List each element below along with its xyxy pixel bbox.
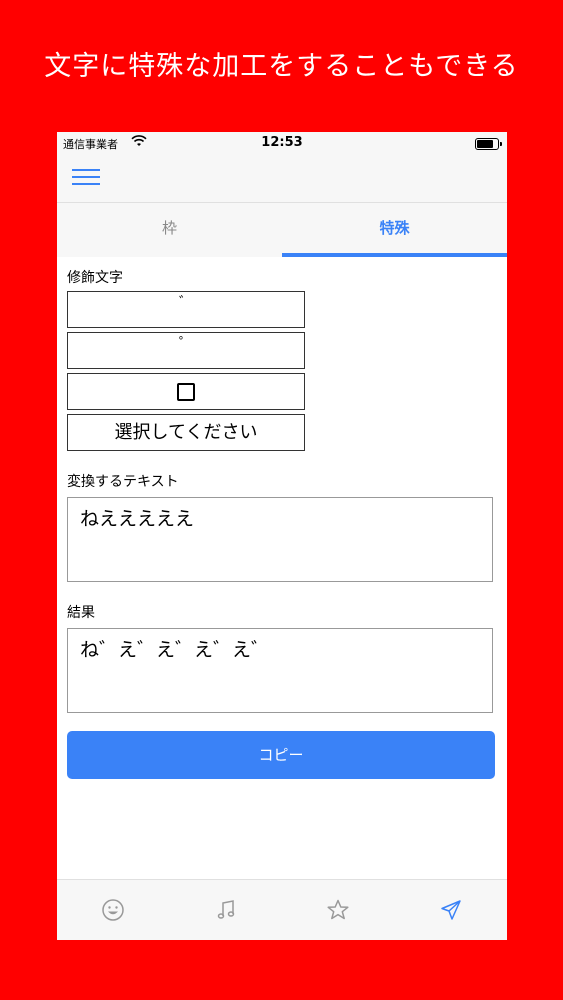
- tab-bar: [57, 879, 507, 940]
- nav-bar: [57, 154, 507, 203]
- promo-headline: 文字に特殊な加工をすることもできる: [44, 51, 519, 82]
- dakuten-option[interactable]: ゛: [67, 291, 305, 328]
- main-content: 修飾文字 ゛ ゜ 選択してください 変換するテキスト ねえええええ 結果 ね゛え…: [57, 267, 507, 779]
- handakuten-option[interactable]: ゜: [67, 332, 305, 369]
- phone-screen: 通信事業者 12:53 枠 特殊 修飾文字 ゛ ゜ 選択してください 変換するテ…: [57, 132, 507, 940]
- smile-icon[interactable]: [57, 880, 170, 940]
- paper-plane-icon[interactable]: [395, 880, 508, 940]
- segment-tabs: 枠 特殊: [57, 203, 507, 257]
- menu-icon[interactable]: [72, 167, 100, 187]
- select-picker[interactable]: 選択してください: [67, 414, 305, 451]
- square-icon: [177, 383, 195, 401]
- star-icon[interactable]: [282, 880, 395, 940]
- copy-button[interactable]: コピー: [67, 731, 495, 779]
- music-note-icon[interactable]: [170, 880, 283, 940]
- square-option[interactable]: [67, 373, 305, 410]
- battery-icon: [475, 138, 502, 150]
- result-label: 結果: [67, 605, 95, 621]
- result-textarea[interactable]: ね゛え゛え゛え゛え゛: [67, 628, 493, 713]
- status-bar: 通信事業者 12:53: [57, 132, 507, 154]
- input-textarea[interactable]: ねえええええ: [67, 497, 493, 582]
- decoration-label: 修飾文字: [67, 270, 123, 286]
- tab-frame[interactable]: 枠: [57, 203, 282, 257]
- status-time: 12:53: [261, 135, 303, 150]
- tab-special[interactable]: 特殊: [282, 203, 507, 257]
- input-label: 変換するテキスト: [67, 474, 179, 490]
